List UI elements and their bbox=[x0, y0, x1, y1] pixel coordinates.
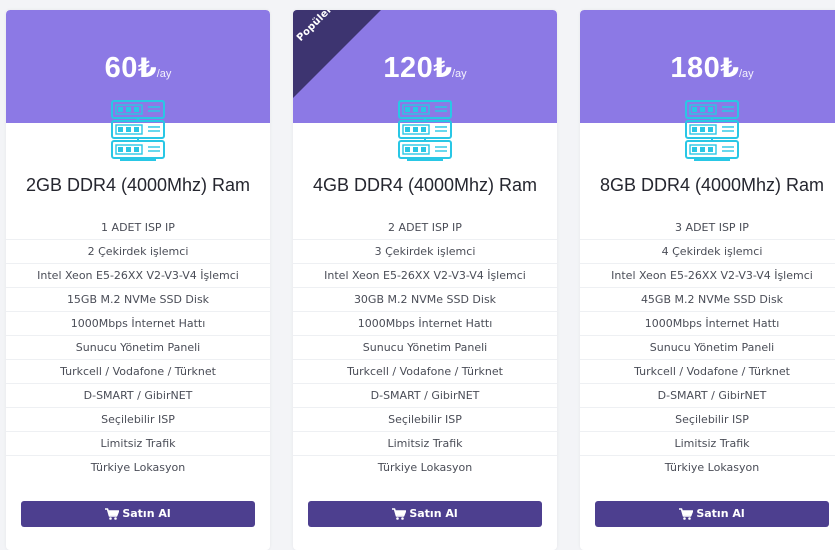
price-amount: 120 bbox=[383, 52, 434, 84]
plan-title: 8GB DDR4 (4000Mhz) Ram bbox=[599, 175, 825, 195]
feature-list: 3 ADET ISP IP 4 Çekirdek işlemci Intel X… bbox=[580, 216, 835, 479]
feature-item: 1000Mbps İnternet Hattı bbox=[293, 312, 557, 336]
price-amount: 60 bbox=[104, 52, 138, 84]
feature-item: 1 ADET ISP IP bbox=[6, 216, 270, 240]
feature-item: Turkcell / Vodafone / Türknet bbox=[580, 360, 835, 384]
cart-icon bbox=[679, 508, 694, 520]
currency-symbol: ₺ bbox=[433, 53, 452, 83]
price-amount: 180 bbox=[670, 52, 721, 84]
feature-item: 3 Çekirdek işlemci bbox=[293, 240, 557, 264]
buy-button[interactable]: Satın Al bbox=[595, 501, 829, 527]
price: 180₺/ay bbox=[580, 52, 835, 85]
price: 120₺/ay bbox=[293, 52, 557, 85]
feature-item: Intel Xeon E5-26XX V2-V3-V4 İşlemci bbox=[580, 264, 835, 288]
plan-title: 4GB DDR4 (4000Mhz) Ram bbox=[312, 175, 538, 195]
feature-item: 3 ADET ISP IP bbox=[580, 216, 835, 240]
buy-button-label: Satın Al bbox=[696, 507, 745, 520]
feature-item: Sunucu Yönetim Paneli bbox=[6, 336, 270, 360]
currency-symbol: ₺ bbox=[720, 53, 739, 83]
price-period: /ay bbox=[452, 68, 467, 80]
pricing-card-2: Popüler 120₺/ay 4GB DDR4 (4000Mhz) Ram 2… bbox=[293, 10, 557, 550]
server-icon bbox=[685, 100, 739, 161]
server-icon bbox=[111, 100, 165, 161]
buy-button[interactable]: Satın Al bbox=[21, 501, 255, 527]
feature-item: 2 Çekirdek işlemci bbox=[6, 240, 270, 264]
plan-title: 2GB DDR4 (4000Mhz) Ram bbox=[25, 175, 251, 195]
feature-item: Seçilebilir ISP bbox=[293, 408, 557, 432]
feature-item: Limitsiz Trafik bbox=[293, 432, 557, 456]
feature-item: Intel Xeon E5-26XX V2-V3-V4 İşlemci bbox=[6, 264, 270, 288]
pricing-card-3: 180₺/ay 8GB DDR4 (4000Mhz) Ram 3 ADET IS… bbox=[580, 10, 835, 550]
feature-item: 2 ADET ISP IP bbox=[293, 216, 557, 240]
feature-item: 45GB M.2 NVMe SSD Disk bbox=[580, 288, 835, 312]
feature-item: Limitsiz Trafik bbox=[6, 432, 270, 456]
feature-item: Sunucu Yönetim Paneli bbox=[293, 336, 557, 360]
feature-item: Sunucu Yönetim Paneli bbox=[580, 336, 835, 360]
server-icon bbox=[398, 100, 452, 161]
feature-item: 4 Çekirdek işlemci bbox=[580, 240, 835, 264]
feature-item: Seçilebilir ISP bbox=[6, 408, 270, 432]
feature-item: Intel Xeon E5-26XX V2-V3-V4 İşlemci bbox=[293, 264, 557, 288]
feature-item: 1000Mbps İnternet Hattı bbox=[580, 312, 835, 336]
feature-list: 2 ADET ISP IP 3 Çekirdek işlemci Intel X… bbox=[293, 216, 557, 479]
buy-button[interactable]: Satın Al bbox=[308, 501, 542, 527]
feature-item: Seçilebilir ISP bbox=[580, 408, 835, 432]
feature-item: 30GB M.2 NVMe SSD Disk bbox=[293, 288, 557, 312]
feature-item: Türkiye Lokasyon bbox=[664, 461, 760, 474]
feature-item: Turkcell / Vodafone / Türknet bbox=[6, 360, 270, 384]
feature-item: Türkiye Lokasyon bbox=[90, 461, 186, 474]
pricing-card-1: 60₺/ay 2GB DDR4 (4000Mhz) Ram 1 ADET ISP… bbox=[6, 10, 270, 550]
cart-icon bbox=[392, 508, 407, 520]
currency-symbol: ₺ bbox=[137, 53, 157, 83]
feature-item: D-SMART / GibirNET bbox=[580, 384, 835, 408]
buy-button-label: Satın Al bbox=[122, 507, 171, 520]
feature-item: Limitsiz Trafik bbox=[580, 432, 835, 456]
cart-icon bbox=[105, 508, 120, 520]
feature-item: Türkiye Lokasyon bbox=[377, 461, 473, 474]
feature-item: D-SMART / GibirNET bbox=[293, 384, 557, 408]
feature-item: D-SMART / GibirNET bbox=[6, 384, 270, 408]
feature-item: 15GB M.2 NVMe SSD Disk bbox=[6, 288, 270, 312]
price-period: /ay bbox=[739, 68, 754, 80]
price-period: /ay bbox=[156, 68, 172, 80]
price: 60₺/ay bbox=[6, 52, 270, 85]
buy-button-label: Satın Al bbox=[409, 507, 458, 520]
feature-list: 1 ADET ISP IP 2 Çekirdek işlemci Intel X… bbox=[6, 216, 270, 479]
feature-item: 1000Mbps İnternet Hattı bbox=[6, 312, 270, 336]
feature-item: Turkcell / Vodafone / Türknet bbox=[293, 360, 557, 384]
